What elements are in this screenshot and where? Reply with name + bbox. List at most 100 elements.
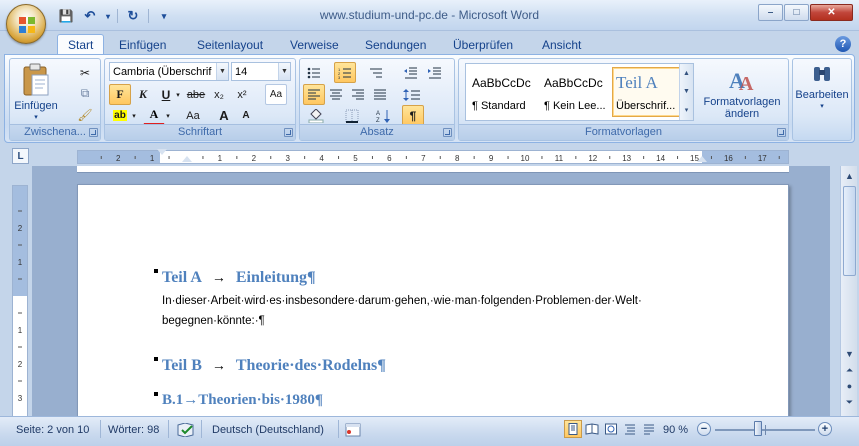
zoom-slider-thumb[interactable] bbox=[754, 421, 762, 436]
clear-formatting-button[interactable]: Aa bbox=[265, 84, 287, 105]
highlight-button[interactable]: ab bbox=[109, 105, 131, 126]
strikethrough-button[interactable]: abe bbox=[185, 84, 207, 105]
body-paragraph-line-2[interactable]: begegnen·könnte:·¶ bbox=[162, 311, 265, 331]
gallery-down-icon[interactable]: ▼ bbox=[683, 88, 690, 95]
underline-dropdown-icon[interactable]: ▾ bbox=[173, 84, 183, 105]
justify-button[interactable] bbox=[369, 84, 391, 105]
minimize-button[interactable]: – bbox=[758, 4, 783, 21]
word-count-status[interactable]: Wörter: 98 bbox=[108, 422, 159, 438]
zoom-in-button[interactable]: + bbox=[818, 422, 832, 436]
subscript-button[interactable]: x₂ bbox=[208, 84, 230, 105]
clipboard-group: Einfügen ▾ ✂ ⧉ 🖌 Zwischena... bbox=[9, 58, 101, 141]
scroll-up-icon[interactable]: ▲ bbox=[842, 168, 857, 184]
heading-teil-a[interactable]: Teil A → Einleitung¶ bbox=[162, 269, 316, 287]
shading-button[interactable] bbox=[303, 105, 331, 126]
gallery-more-icon[interactable]: ▾ bbox=[685, 106, 689, 114]
tab-verweise[interactable]: Verweise bbox=[280, 34, 349, 55]
maximize-button[interactable]: □ bbox=[784, 4, 809, 21]
full-screen-reading-view-button[interactable] bbox=[583, 420, 601, 438]
help-icon[interactable]: ? bbox=[835, 36, 851, 52]
ruler-tick-label: 9 bbox=[489, 154, 494, 163]
show-formatting-marks-button[interactable]: ¶ bbox=[402, 105, 424, 126]
scroll-thumb[interactable] bbox=[843, 186, 856, 276]
first-line-indent-marker[interactable] bbox=[157, 149, 167, 155]
grow-font-button[interactable]: A bbox=[213, 105, 235, 126]
font-name-dropdown-icon[interactable]: ▼ bbox=[216, 63, 228, 80]
macro-status[interactable] bbox=[345, 422, 361, 438]
superscript-button[interactable]: x² bbox=[231, 84, 253, 105]
zoom-level[interactable]: 90 % bbox=[663, 422, 688, 438]
font-color-button[interactable]: A bbox=[143, 105, 165, 126]
tab-seitenlayout[interactable]: Seitenlayout bbox=[187, 34, 273, 55]
styles-launcher-icon[interactable] bbox=[777, 128, 786, 137]
bold-button[interactable]: F bbox=[109, 84, 131, 105]
clipboard-launcher-icon[interactable] bbox=[89, 128, 98, 137]
change-styles-label-2: ändern bbox=[724, 108, 760, 120]
decrease-indent-button[interactable] bbox=[400, 62, 422, 83]
font-size-combobox[interactable]: 14 ▼ bbox=[231, 62, 291, 81]
change-styles-button[interactable]: A A Formatvorlagen ändern bbox=[699, 64, 785, 120]
font-size-dropdown-icon[interactable]: ▼ bbox=[278, 63, 290, 80]
gallery-scrollbar[interactable]: ▲ ▼ ▾ bbox=[679, 64, 693, 120]
heading-teil-b[interactable]: Teil B → Theorie·des·Rodelns¶ bbox=[162, 357, 386, 375]
language-status[interactable]: Deutsch (Deutschland) bbox=[212, 422, 324, 438]
copy-icon[interactable]: ⧉ bbox=[74, 83, 96, 104]
style-standard[interactable]: AaBbCcDc ¶ Standard bbox=[468, 67, 538, 117]
align-right-button[interactable] bbox=[347, 84, 369, 105]
font-name-combobox[interactable]: Cambria (Überschrif ▼ bbox=[109, 62, 229, 81]
body-paragraph-line-1[interactable]: In·dieser·Arbeit·wird·es·insbesondere·da… bbox=[162, 291, 642, 311]
paragraph-launcher-icon[interactable] bbox=[443, 128, 452, 137]
print-layout-view-button[interactable] bbox=[564, 420, 582, 438]
tab-sendungen[interactable]: Sendungen bbox=[355, 34, 436, 55]
multilevel-list-button[interactable] bbox=[365, 62, 387, 83]
highlight-dropdown-icon[interactable]: ▾ bbox=[129, 105, 139, 126]
shrink-font-button[interactable]: A bbox=[235, 105, 257, 126]
draft-view-button[interactable] bbox=[640, 420, 658, 438]
bullets-button[interactable] bbox=[303, 62, 325, 83]
tab-einfuegen[interactable]: Einfügen bbox=[109, 34, 176, 55]
scroll-down-icon[interactable]: ▼ bbox=[842, 346, 857, 362]
change-case-button[interactable]: Aa bbox=[179, 105, 207, 126]
vertical-scrollbar[interactable]: ▲ ▼ ⏶ ● ⏷ bbox=[840, 166, 857, 416]
font-color-dropdown-icon[interactable]: ▾ bbox=[163, 105, 173, 126]
proofing-status[interactable] bbox=[177, 422, 195, 438]
next-page-icon[interactable]: ⏷ bbox=[842, 394, 857, 410]
cut-icon[interactable]: ✂ bbox=[74, 62, 96, 83]
status-bar: Seite: 2 von 10 Wörter: 98 Deutsch (Deut… bbox=[0, 416, 859, 446]
vertical-ruler[interactable]: 2 1 1 2 3 bbox=[12, 185, 28, 417]
hanging-indent-marker[interactable] bbox=[182, 156, 192, 162]
right-indent-marker[interactable] bbox=[697, 156, 707, 162]
ruler-tick-label: 11 bbox=[555, 154, 564, 163]
align-center-button[interactable] bbox=[325, 84, 347, 105]
numbering-button[interactable]: 123 bbox=[334, 62, 356, 83]
format-painter-icon[interactable]: 🖌 bbox=[74, 104, 96, 125]
tab-start[interactable]: Start bbox=[57, 34, 105, 55]
style-ueberschrift[interactable]: Teil A Überschrif... bbox=[612, 67, 682, 117]
web-layout-view-button[interactable] bbox=[602, 420, 620, 438]
sort-button[interactable]: AZ bbox=[374, 105, 394, 126]
align-left-button[interactable] bbox=[303, 84, 325, 105]
office-button[interactable] bbox=[6, 4, 46, 44]
editing-button[interactable]: Bearbeiten ▾ bbox=[793, 65, 851, 113]
browse-object-icon[interactable]: ● bbox=[842, 378, 857, 394]
zoom-out-button[interactable]: − bbox=[697, 422, 711, 436]
horizontal-ruler[interactable]: 21123456789101112131415161718 bbox=[77, 149, 789, 164]
gallery-up-icon[interactable]: ▲ bbox=[683, 70, 690, 77]
paste-button[interactable]: Einfügen ▾ bbox=[14, 63, 58, 124]
previous-page-icon[interactable]: ⏶ bbox=[842, 362, 857, 378]
italic-button[interactable]: K bbox=[132, 84, 154, 105]
document-page[interactable]: Teil A → Einleitung¶ In·dieser·Arbeit·wird… bbox=[77, 184, 789, 416]
increase-indent-button[interactable] bbox=[424, 62, 446, 83]
page-count-status[interactable]: Seite: 2 von 10 bbox=[16, 422, 89, 438]
tab-ansicht[interactable]: Ansicht bbox=[532, 34, 591, 55]
tab-selector-button[interactable]: L bbox=[12, 148, 29, 164]
close-button[interactable]: ✕ bbox=[810, 4, 853, 21]
svg-text:A: A bbox=[739, 73, 754, 94]
outline-view-button[interactable] bbox=[621, 420, 639, 438]
heading-b1[interactable]: B.1→Theorien·bis·1980¶ bbox=[162, 392, 323, 409]
style-kein-leerraum[interactable]: AaBbCcDc ¶ Kein Lee... bbox=[540, 67, 610, 117]
line-spacing-button[interactable] bbox=[398, 84, 426, 105]
borders-button[interactable] bbox=[338, 105, 366, 126]
tab-ueberpruefen[interactable]: Überprüfen bbox=[443, 34, 523, 55]
font-launcher-icon[interactable] bbox=[284, 128, 293, 137]
